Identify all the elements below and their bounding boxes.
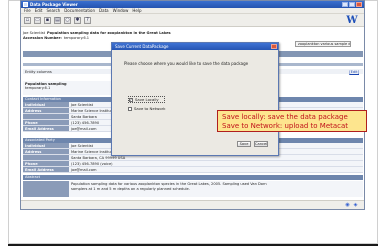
row-key: Phone — [23, 120, 69, 125]
save-locally-checkbox[interactable]: ✓ — [129, 97, 133, 102]
globe-icon: ◉ — [345, 202, 350, 208]
row-key — [23, 114, 69, 119]
title-bar: Data Package Viewer — [21, 1, 364, 8]
settings-icon[interactable]: ✱ — [74, 16, 81, 24]
new-file-icon[interactable]: ▫ — [24, 16, 31, 24]
row-key: Email Address — [23, 126, 69, 131]
network-icon: ◈ — [353, 202, 358, 208]
row-key: Email Address — [23, 167, 69, 172]
save-dialog: Save Current DataPackage Please choose w… — [111, 42, 279, 156]
save-locally-option[interactable]: ✓ Save Locally — [128, 96, 166, 103]
cancel-button[interactable]: Cancel — [254, 141, 268, 147]
annotation-callout: Save locally: save the data package Save… — [217, 110, 367, 132]
toolbar: ▫ ▭ ▪ ▤ ○ ✱ ? W — [21, 14, 364, 27]
maximize-button[interactable] — [349, 2, 355, 7]
print-icon[interactable]: ▤ — [54, 16, 61, 24]
row-key — [23, 155, 69, 160]
accession-value: temporary.6.1 — [63, 35, 90, 40]
save-network-option[interactable]: Save to Network — [128, 106, 165, 111]
row-key: Address — [23, 149, 69, 154]
menu-window[interactable]: Window — [113, 8, 129, 13]
menu-help[interactable]: Help — [132, 8, 141, 13]
save-locally-label: Save Locally — [135, 97, 159, 102]
window-controls — [342, 2, 362, 7]
window-title: Data Package Viewer — [30, 2, 78, 7]
row-key: Address — [23, 108, 69, 113]
close-button[interactable] — [356, 2, 362, 7]
entity-label: Entity columns — [25, 69, 52, 74]
search-icon[interactable]: ○ — [64, 16, 71, 24]
menu-search[interactable]: Search — [46, 8, 60, 13]
status-bar: ◉ ◈ — [21, 200, 364, 209]
help-icon[interactable]: ? — [84, 16, 91, 24]
slide-divider — [8, 244, 378, 246]
row-key: Phone — [23, 161, 69, 166]
row-key: Individual — [23, 143, 69, 148]
menu-edit[interactable]: Edit — [35, 8, 43, 13]
dialog-title: Save Current DataPackage — [115, 44, 169, 49]
app-logo: W — [346, 15, 358, 26]
save-icon[interactable]: ▪ — [44, 16, 51, 24]
abstract-line-2: samplers at 1 m and 5 m depths on a regu… — [71, 186, 190, 191]
minimize-button[interactable] — [342, 2, 348, 7]
dialog-prompt: Please choose where you would like to sa… — [124, 61, 249, 66]
callout-line-1: Save locally: save the data package — [222, 113, 348, 121]
abstract-block: Population sampling data for various zoo… — [23, 181, 363, 197]
abstract-text: Population sampling data for various zoo… — [69, 181, 363, 197]
dialog-title-bar: Save Current DataPackage — [112, 43, 278, 50]
edit-link[interactable]: [Edit] — [349, 70, 359, 74]
save-network-checkbox[interactable] — [128, 106, 132, 111]
row-value: joe@mail.com — [69, 167, 363, 172]
menu-file[interactable]: File — [24, 8, 31, 13]
dialog-buttons: Save Cancel — [237, 141, 268, 147]
app-icon — [23, 2, 28, 7]
save-network-label: Save to Network — [134, 106, 166, 111]
abstract-section-head: Abstract — [23, 175, 363, 180]
abstract-key — [23, 181, 69, 197]
open-folder-icon[interactable]: ▭ — [34, 16, 41, 24]
callout-line-2: Save to Network: upload to Metacat — [222, 122, 349, 130]
row-key: Individual — [23, 102, 69, 107]
package-summary-field: zooplankton various sample dat — [295, 41, 351, 47]
dialog-close-button[interactable] — [271, 44, 277, 49]
save-options: ✓ Save Locally Save to Network — [128, 96, 166, 111]
accession-label: Accession Number: — [23, 35, 62, 40]
table-row: Email Address joe@mail.com — [23, 167, 363, 173]
abstract-line-1: Population sampling data for various zoo… — [71, 182, 267, 186]
menu-data[interactable]: Data — [99, 8, 109, 13]
row-value: (123) 456-7890 (voice) — [69, 161, 363, 166]
save-button[interactable]: Save — [237, 141, 251, 147]
menu-documentation[interactable]: Documentation — [64, 8, 95, 13]
